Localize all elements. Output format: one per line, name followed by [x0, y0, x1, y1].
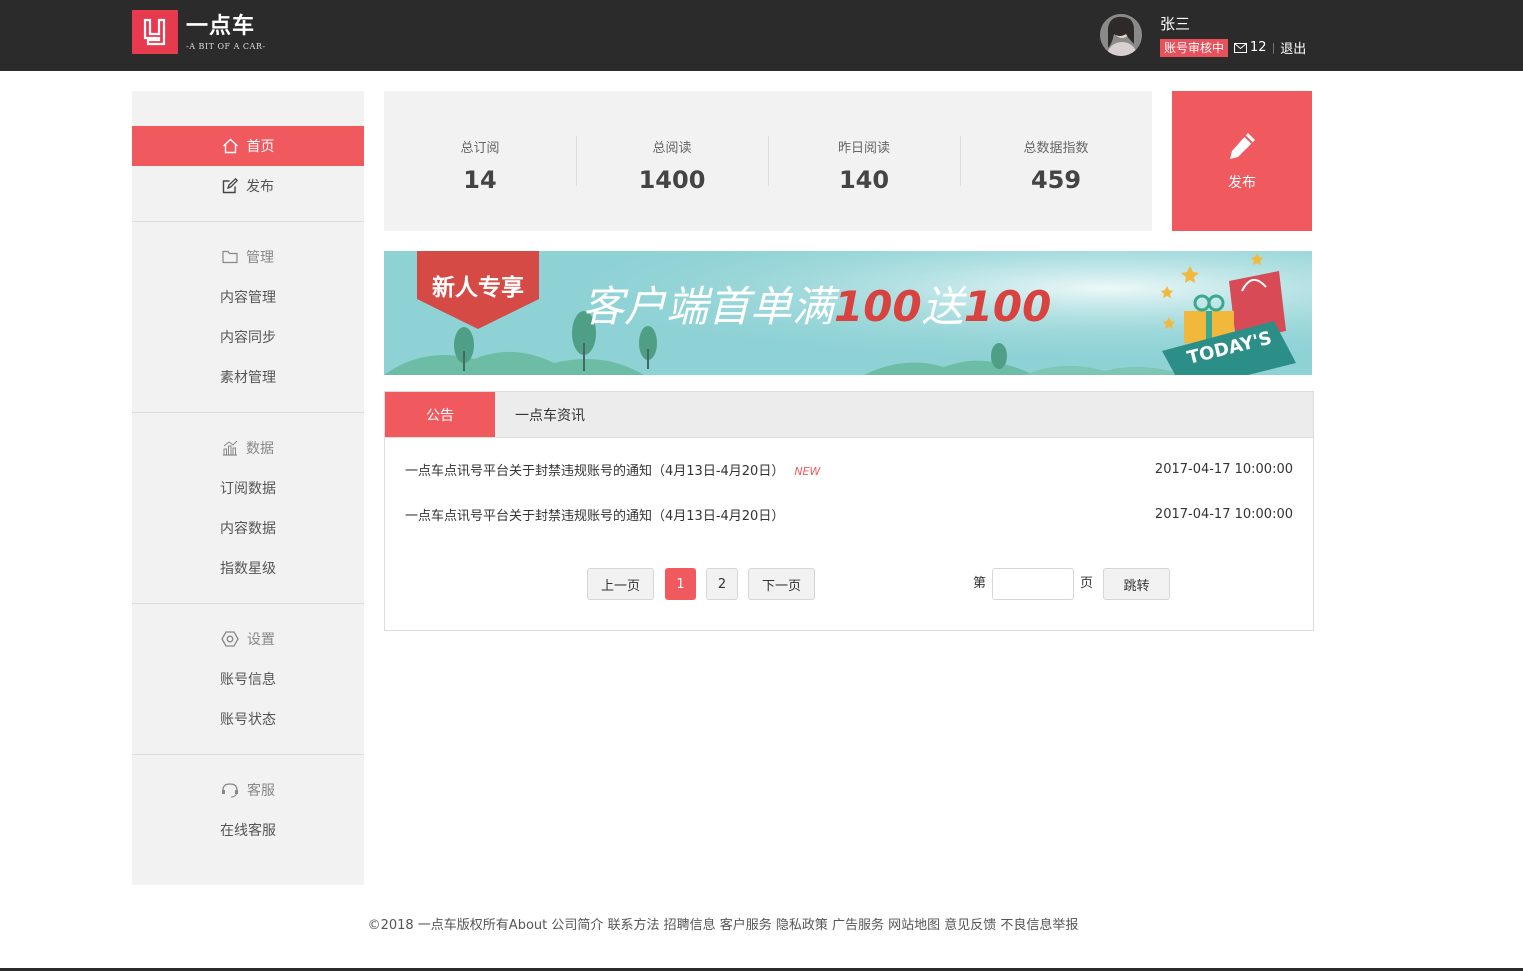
publish-label: 发布 — [1228, 175, 1256, 191]
banner-slogan-a: 100 — [834, 282, 922, 331]
page-2-button[interactable]: 2 — [706, 568, 738, 600]
logo-title: 一点车 — [186, 13, 256, 39]
message-count: 12 — [1250, 40, 1267, 55]
stat-total-reads: 总阅读 1400 — [576, 91, 768, 231]
notice-panel: 公告 一点车资讯 一点车点讯号平台关于封禁违规账号的通知（4月13日-4月20日… — [384, 391, 1314, 631]
sidebar-item-content-sync[interactable]: 内容同步 — [132, 317, 364, 357]
list-item[interactable]: 一点车点讯号平台关于封禁违规账号的通知（4月13日-4月20日） 2017-04… — [405, 492, 1293, 537]
messages-link[interactable]: 12 — [1234, 40, 1267, 55]
banner-slogan-b: 100 — [964, 282, 1052, 331]
stat-label: 总订阅 — [460, 141, 500, 156]
user-panel: 张三 账号审核中 12 | 退出 — [1100, 14, 1306, 57]
banner-slogan-mid: 送 — [922, 282, 968, 331]
publish-button[interactable]: 发布 — [1172, 91, 1312, 231]
page-number-input[interactable] — [992, 568, 1074, 600]
sidebar-section-service[interactable]: 客服 — [132, 770, 364, 810]
sidebar-item-index-level[interactable]: 指数星级 — [132, 548, 364, 588]
stat-total-subscriptions: 总订阅 14 — [384, 91, 576, 231]
folder-icon — [222, 250, 238, 264]
settings-icon — [221, 630, 239, 648]
stat-label: 总数据指数 — [1023, 141, 1089, 156]
logo-mark-icon — [132, 10, 178, 54]
notice-date: 2017-04-17 10:00:00 — [1154, 462, 1293, 477]
tab-news[interactable]: 一点车资讯 — [495, 392, 585, 437]
sidebar-section-manage[interactable]: 管理 — [132, 237, 364, 277]
next-page-button[interactable]: 下一页 — [748, 568, 815, 600]
divider — [132, 603, 364, 604]
stats-panel: 总订阅 14 总阅读 1400 昨日阅读 140 总数据指数 459 — [384, 91, 1152, 231]
divider — [132, 754, 364, 755]
logout-link[interactable]: 退出 — [1280, 38, 1306, 57]
top-bar: 一点车 -A BIT OF A CAR- 张三 账号审核中 12 | 退出 — [0, 0, 1523, 71]
prev-page-button[interactable]: 上一页 — [587, 568, 654, 600]
stat-data-index: 总数据指数 459 — [960, 91, 1152, 231]
pagination: 上一页 1 2 下一页 第 页 跳转 — [385, 568, 1313, 600]
sidebar-item-content-manage[interactable]: 内容管理 — [132, 277, 364, 317]
logo-subtitle: -A BIT OF A CAR- — [186, 41, 266, 51]
headset-icon — [221, 782, 239, 798]
sidebar: 首页 发布 管理 内容管理 内容同步 素材管理 数据 订阅数据 内容数据 指数星… — [132, 91, 364, 885]
account-status-badge: 账号审核中 — [1160, 38, 1229, 57]
notice-title[interactable]: 一点车点讯号平台关于封禁违规账号的通知（4月13日-4月20日） — [405, 464, 784, 479]
mail-icon — [1234, 42, 1248, 53]
sidebar-item-account-status[interactable]: 账号状态 — [132, 699, 364, 739]
stat-value: 1400 — [638, 166, 706, 194]
notice-tabs: 公告 一点车资讯 — [385, 392, 1313, 438]
banner-tag: 新人专享 — [432, 274, 524, 301]
stat-value: 140 — [838, 166, 890, 194]
promo-banner[interactable]: 新人专享 客户端首单满100送100 TODAY'S — [384, 251, 1312, 375]
divider — [132, 221, 364, 222]
sidebar-item-subscribe-data[interactable]: 订阅数据 — [132, 468, 364, 508]
stat-label: 总阅读 — [652, 141, 692, 156]
goto-button[interactable]: 跳转 — [1103, 568, 1170, 600]
stat-yesterday-reads: 昨日阅读 140 — [768, 91, 960, 231]
divider — [132, 412, 364, 413]
pencil-icon — [1230, 133, 1255, 159]
sidebar-section-settings[interactable]: 设置 — [132, 619, 364, 659]
stat-value: 14 — [463, 166, 497, 194]
footer-links[interactable]: ©2018 一点车版权所有About 公司简介 联系方法 招聘信息 客户服务 隐… — [0, 914, 1446, 933]
sidebar-section-data[interactable]: 数据 — [132, 428, 364, 468]
sidebar-item-publish[interactable]: 发布 — [132, 166, 364, 206]
new-badge: NEW — [794, 465, 821, 478]
sidebar-item-material-manage[interactable]: 素材管理 — [132, 357, 364, 397]
banner-slogan-text: 客户端首单满 — [582, 282, 840, 331]
divider: | — [1271, 41, 1276, 54]
sidebar-item-content-data[interactable]: 内容数据 — [132, 508, 364, 548]
svg-text:客户端首单满100送100: 客户端首单满100送100 — [582, 282, 1051, 331]
sidebar-item-home[interactable]: 首页 — [132, 126, 364, 166]
stat-value: 459 — [1030, 166, 1082, 194]
user-name: 张三 — [1160, 15, 1191, 33]
goto-prefix: 第 — [973, 576, 987, 591]
notice-list: 一点车点讯号平台关于封禁违规账号的通知（4月13日-4月20日） NEW 2017… — [385, 447, 1313, 537]
list-item[interactable]: 一点车点讯号平台关于封禁违规账号的通知（4月13日-4月20日） NEW 2017… — [405, 447, 1293, 492]
sidebar-item-account-info[interactable]: 账号信息 — [132, 659, 364, 699]
page-1-button[interactable]: 1 — [665, 568, 696, 600]
stat-label: 昨日阅读 — [837, 141, 890, 156]
notice-title[interactable]: 一点车点讯号平台关于封禁违规账号的通知（4月13日-4月20日） — [405, 509, 784, 524]
chart-icon — [222, 440, 238, 456]
tab-announcement[interactable]: 公告 — [385, 392, 495, 437]
avatar[interactable] — [1100, 14, 1142, 56]
sidebar-item-online-service[interactable]: 在线客服 — [132, 810, 364, 850]
goto-suffix: 页 — [1080, 576, 1094, 591]
logo[interactable]: 一点车 -A BIT OF A CAR- — [132, 10, 266, 54]
edit-icon — [222, 178, 238, 194]
home-icon — [222, 138, 239, 154]
notice-date: 2017-04-17 10:00:00 — [1154, 507, 1293, 522]
